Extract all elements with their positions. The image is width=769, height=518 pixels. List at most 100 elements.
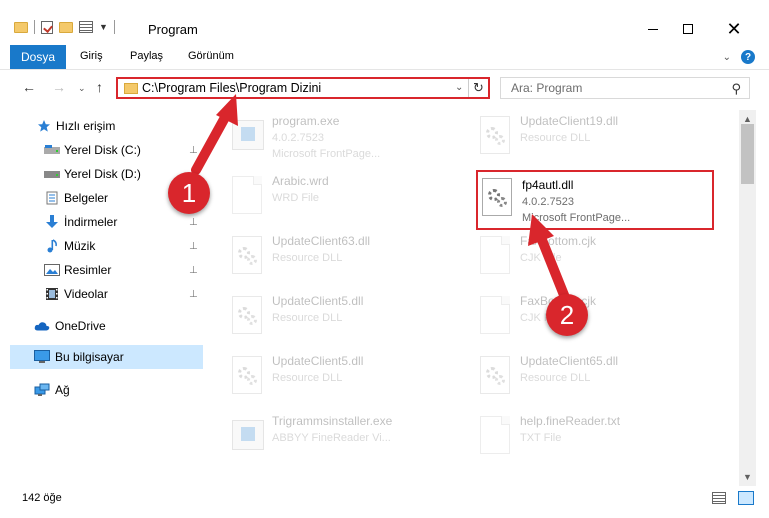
sidebar-item-label: Belgeler	[64, 191, 109, 205]
file-item-selected[interactable]: fp4autl.dll 4.0.2.7523 Microsoft FrontPa…	[476, 170, 714, 230]
sidebar-item-label: Ağ	[55, 383, 70, 397]
dll-icon	[480, 356, 514, 398]
search-input[interactable]: Ara: Program ⚲	[500, 77, 750, 99]
sidebar-item-label: Bu bilgisayar	[55, 350, 124, 364]
sidebar-item-pictures[interactable]: Resimler ⊥	[0, 258, 205, 282]
customize-toolbar-icon[interactable]: ▼	[99, 22, 108, 32]
file-detail: TXT File	[520, 432, 562, 444]
sidebar-item-downloads[interactable]: İndirmeler ⊥	[0, 210, 205, 234]
refresh-button[interactable]: ↻	[468, 79, 488, 97]
back-button[interactable]: ←	[22, 79, 36, 95]
close-button[interactable]: ✕	[711, 14, 757, 44]
file-item[interactable]: UpdateClient63.dll Resource DLL	[228, 232, 468, 284]
address-bar[interactable]: C:\Program Files\Program Dizini ⌄ ↻	[116, 77, 490, 99]
window-title: Program	[148, 22, 198, 37]
pin-icon[interactable]: ⊥	[189, 289, 198, 300]
sidebar-item-onedrive[interactable]: OneDrive	[0, 314, 205, 338]
folder-icon	[124, 83, 138, 94]
tab-home[interactable]: Giriş	[80, 50, 103, 62]
pin-icon[interactable]: ⊥	[189, 241, 198, 252]
scroll-down-icon[interactable]: ▼	[743, 472, 752, 482]
properties-check-icon[interactable]	[41, 20, 53, 34]
sidebar-item-quick-access[interactable]: Hızlı erişim	[0, 114, 205, 138]
file-detail: Microsoft FrontPage...	[522, 212, 631, 224]
ribbon-tabs: Dosya Giriş Paylaş Görünüm ⌄ ?	[0, 44, 769, 70]
file-detail: Resource DLL	[272, 372, 343, 384]
file-name: help.fineReader.txt	[520, 414, 621, 428]
sidebar-item-network[interactable]: Ağ	[0, 378, 205, 402]
tab-file[interactable]: Dosya	[10, 45, 66, 69]
forward-button[interactable]: →	[52, 79, 66, 95]
file-name: UpdateClient5.dll	[272, 294, 364, 308]
exe-icon	[232, 116, 266, 158]
sidebar-item-label: Resimler	[64, 263, 112, 277]
file-item[interactable]: FaxBottom.cjk CJK File	[476, 232, 716, 284]
file-icon	[480, 416, 514, 458]
recent-locations-button[interactable]: ⌄	[78, 83, 86, 94]
tab-view[interactable]: Görünüm	[188, 50, 234, 62]
file-name: UpdateClient19.dll	[520, 114, 619, 128]
address-dropdown-icon[interactable]: ⌄	[455, 82, 463, 93]
details-view-icon[interactable]	[712, 492, 726, 504]
tab-share[interactable]: Paylaş	[130, 50, 163, 62]
maximize-icon	[683, 24, 693, 34]
item-count: 142 öğe	[22, 492, 62, 504]
file-detail: 4.0.2.7523	[272, 132, 324, 144]
file-detail: ABBYY FineReader Vi...	[272, 432, 391, 444]
scrollbar-thumb[interactable]	[741, 124, 754, 184]
vertical-scrollbar[interactable]: ▲ ▼	[739, 110, 756, 486]
network-icon	[34, 383, 50, 397]
search-placeholder: Ara: Program	[511, 81, 583, 95]
address-row: ← → ⌄ ↑ C:\Program Files\Program Dizini …	[0, 71, 769, 105]
file-item[interactable]: Arabic.wrd WRD File	[228, 172, 468, 224]
scroll-up-icon[interactable]: ▲	[743, 114, 752, 124]
navigation-pane: Hızlı erişim Yerel Disk (C:) ⊥ Yerel Dis…	[0, 110, 205, 480]
pin-icon[interactable]: ⊥	[189, 145, 198, 156]
properties-icon[interactable]	[79, 21, 93, 33]
file-item[interactable]: FaxBottom.cjk CJK File	[476, 292, 716, 344]
sidebar-item-label: İndirmeler	[64, 215, 118, 229]
file-icon	[232, 176, 266, 218]
file-item[interactable]: UpdateClient5.dll Resource DLL	[228, 292, 468, 344]
sidebar-item-label: Videolar	[64, 287, 108, 301]
file-list: program.exe 4.0.2.7523 Microsoft FrontPa…	[206, 110, 738, 480]
pictures-icon	[44, 263, 60, 277]
file-name: fp4autl.dll	[522, 178, 574, 192]
search-icon[interactable]: ⚲	[731, 81, 741, 97]
sidebar-item-label: Hızlı erişim	[56, 119, 116, 133]
tiles-view-icon[interactable]	[738, 491, 754, 505]
maximize-button[interactable]	[665, 14, 711, 44]
file-item[interactable]: Trigrammsinstaller.exe ABBYY FineReader …	[228, 412, 468, 464]
help-icon[interactable]: ?	[741, 50, 755, 64]
sidebar-item-music[interactable]: Müzik ⊥	[0, 234, 205, 258]
sidebar-item-label: OneDrive	[55, 319, 106, 333]
file-detail: Resource DLL	[272, 312, 343, 324]
file-detail: Resource DLL	[520, 372, 591, 384]
drive-icon	[44, 143, 60, 157]
documents-icon	[44, 191, 60, 205]
star-icon	[36, 119, 52, 133]
file-item[interactable]: help.fineReader.txt TXT File	[476, 412, 716, 464]
file-name: program.exe	[272, 114, 340, 128]
file-name: Trigrammsinstaller.exe	[272, 414, 393, 428]
address-path[interactable]: C:\Program Files\Program Dizini	[142, 81, 321, 95]
expand-ribbon-icon[interactable]: ⌄	[723, 52, 731, 63]
pin-icon[interactable]: ⊥	[189, 217, 198, 228]
file-item[interactable]: UpdateClient19.dll Resource DLL	[476, 112, 716, 164]
sidebar-item-videos[interactable]: Videolar ⊥	[0, 282, 205, 306]
new-folder-icon[interactable]	[59, 21, 73, 33]
onedrive-icon	[34, 319, 50, 333]
file-item[interactable]: UpdateClient5.dll Resource DLL	[228, 352, 468, 404]
sidebar-item-this-pc[interactable]: Bu bilgisayar	[10, 345, 203, 369]
pin-icon[interactable]: ⊥	[189, 265, 198, 276]
sidebar-item-local-disk-c[interactable]: Yerel Disk (C:) ⊥	[0, 138, 205, 162]
file-item[interactable]: UpdateClient65.dll Resource DLL	[476, 352, 716, 404]
file-item[interactable]: program.exe 4.0.2.7523 Microsoft FrontPa…	[228, 112, 468, 164]
file-name: UpdateClient5.dll	[272, 354, 364, 368]
exe-icon	[232, 416, 266, 458]
file-detail: Microsoft FrontPage...	[272, 148, 381, 160]
file-icon	[480, 296, 514, 338]
toolbar-separator	[113, 20, 115, 34]
up-button[interactable]: ↑	[96, 79, 103, 95]
file-icon	[480, 236, 514, 278]
